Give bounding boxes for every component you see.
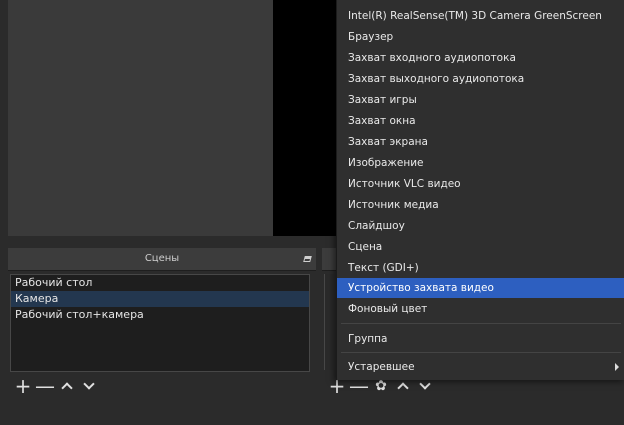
menu-item-game-capture[interactable]: Захват игры — [337, 90, 624, 110]
menu-item-audio-input-capture[interactable]: Захват входного аудиопотока — [337, 48, 624, 68]
menu-item-realsense[interactable]: Intel(R) RealSense(TM) 3D Camera GreenSc… — [337, 6, 624, 26]
scene-item-selected[interactable]: Камера — [11, 291, 309, 307]
add-scene-button[interactable]: + — [12, 375, 34, 397]
menu-item-group[interactable]: Группа — [337, 329, 624, 349]
chevron-down-icon — [83, 378, 95, 390]
menu-item-slideshow[interactable]: Слайдшоу — [337, 216, 624, 236]
menu-item-deprecated[interactable]: Устаревшее — [337, 357, 624, 377]
menu-item-scene[interactable]: Сцена — [337, 237, 624, 257]
menu-separator — [341, 352, 621, 353]
preview-canvas — [273, 0, 342, 236]
chevron-up-icon — [397, 382, 409, 394]
scenes-dock-title-label: Сцены — [144, 253, 180, 264]
scene-item[interactable]: Рабочий стол — [11, 275, 309, 291]
menu-item-display-capture[interactable]: Захват экрана — [337, 132, 624, 152]
move-scene-up-button[interactable] — [56, 375, 78, 397]
menu-item-media-source[interactable]: Источник медиа — [337, 195, 624, 215]
undock-icon[interactable] — [303, 256, 312, 262]
remove-scene-button[interactable]: — — [34, 375, 56, 397]
scene-item[interactable]: Рабочий стол+камера — [11, 307, 309, 323]
scenes-dock: Сцены Рабочий стол Камера Рабочий стол+к… — [8, 248, 316, 408]
add-source-menu: Intel(R) RealSense(TM) 3D Camera GreenSc… — [336, 0, 624, 380]
scenes-toolbar: + — — [8, 374, 316, 398]
chevron-up-icon — [61, 382, 73, 394]
menu-item-browser[interactable]: Браузер — [337, 27, 624, 47]
scenes-list[interactable]: Рабочий стол Камера Рабочий стол+камера — [10, 274, 310, 372]
menu-item-audio-output-capture[interactable]: Захват выходного аудиопотока — [337, 69, 624, 89]
menu-item-vlc-source[interactable]: Источник VLC видео — [337, 174, 624, 194]
menu-item-deprecated-label: Устаревшее — [348, 361, 415, 373]
menu-item-video-capture-device[interactable]: Устройство захвата видео — [337, 278, 624, 298]
submenu-arrow-icon — [615, 363, 619, 371]
menu-item-text-gdi[interactable]: Текст (GDI+) — [337, 258, 624, 278]
menu-separator — [341, 323, 621, 324]
move-scene-down-button[interactable] — [78, 375, 100, 397]
chevron-down-icon — [419, 378, 431, 390]
scenes-dock-title: Сцены — [8, 248, 316, 271]
menu-item-window-capture[interactable]: Захват окна — [337, 111, 624, 131]
menu-item-image[interactable]: Изображение — [337, 153, 624, 173]
preview-area[interactable] — [8, 0, 342, 236]
menu-item-color-source[interactable]: Фоновый цвет — [337, 299, 624, 319]
